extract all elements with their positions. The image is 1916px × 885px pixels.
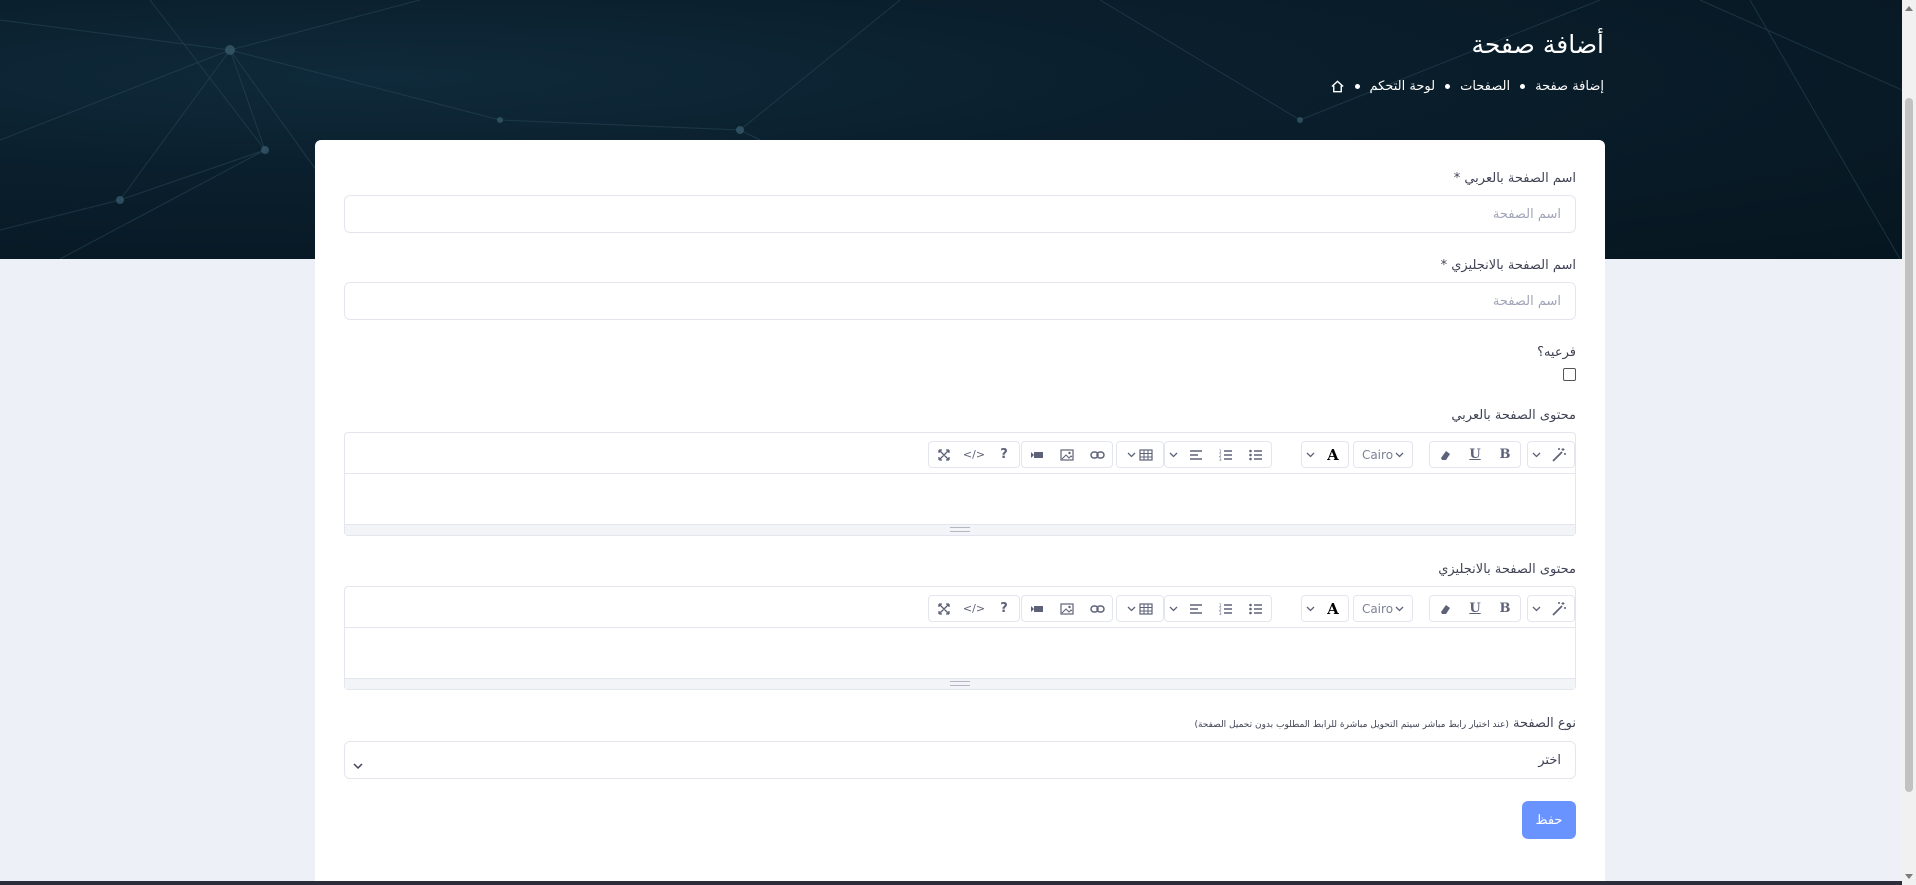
chevron-down-icon [353,755,363,774]
link-icon[interactable] [1082,596,1112,621]
fullscreen-icon[interactable] [929,596,959,621]
code-view-icon[interactable]: </> [959,442,989,467]
unordered-list-icon[interactable] [1241,596,1271,621]
fullscreen-icon[interactable] [929,442,959,467]
content-en-editor: U B Cairo A 1 2 3 </> ? [344,586,1576,690]
table-icon[interactable] [1117,596,1163,621]
scrollbar-thumb[interactable] [1905,98,1913,792]
page-title: أضافة صفحة [1471,30,1604,59]
breadcrumb-dashboard[interactable]: لوحة التحكم [1370,79,1436,94]
chevron-down-icon[interactable] [1528,442,1544,467]
scroll-up-arrow[interactable] [1905,6,1913,11]
chevron-down-icon[interactable] [1165,596,1181,621]
scroll-down-arrow[interactable] [1905,874,1913,879]
page-scrollbar[interactable] [1902,0,1916,885]
content-en-label: محتوى الصفحة بالانجليزي [1438,562,1576,577]
name-ar-label: اسم الصفحة بالعربي * [1453,171,1576,186]
magic-icon[interactable] [1544,442,1574,467]
form-card: اسم الصفحة بالعربي * اسم الصفحة بالانجلي… [315,140,1605,885]
content-ar-label: محتوى الصفحة بالعربي [1451,408,1576,423]
bold-icon[interactable]: B [1490,442,1520,467]
svg-text:3: 3 [1219,611,1222,615]
editor-resize-bar[interactable] [345,678,1575,689]
code-view-icon[interactable]: </> [959,596,989,621]
editor-resize-bar[interactable] [345,524,1575,535]
editor-toolbar: U B Cairo A 1 2 3 </> ? [345,433,1575,474]
editor-toolbar: U B Cairo A 1 2 3 </> ? [345,587,1575,628]
is-sub-checkbox[interactable] [1563,368,1576,381]
underline-icon[interactable]: U [1460,596,1490,621]
magic-icon[interactable] [1544,596,1574,621]
eraser-icon[interactable] [1430,596,1460,621]
bottom-strip [0,881,1902,885]
ordered-list-icon[interactable]: 123 [1211,596,1241,621]
video-icon[interactable] [1022,442,1052,467]
align-icon[interactable] [1181,596,1211,621]
chevron-down-icon[interactable] [1528,596,1544,621]
page-type-hint: (عند اختيار رابط مباشر سيتم التحويل مباش… [1194,720,1509,730]
breadcrumb-current: إضافة صفحة [1535,78,1604,94]
chevron-down-icon[interactable] [1302,596,1318,621]
eraser-icon[interactable] [1430,442,1460,467]
text-color-icon[interactable]: A [1318,596,1348,621]
content-en-editable[interactable] [345,627,1575,680]
unordered-list-icon[interactable] [1241,442,1271,467]
text-color-icon[interactable]: A [1318,442,1348,467]
breadcrumb-separator [1354,83,1360,89]
breadcrumb-separator [1445,83,1451,89]
page-type-label: نوع الصفحة (عند اختيار رابط مباشر سيتم ا… [1194,716,1576,731]
breadcrumb: لوحة التحكم الصفحات إضافة صفحة [1330,77,1604,95]
help-icon[interactable]: ? [989,596,1019,621]
page-type-select[interactable]: اختر [344,741,1576,779]
ordered-list-icon[interactable]: 123 [1211,442,1241,467]
table-icon[interactable] [1117,442,1163,467]
content-ar-editable[interactable] [345,473,1575,526]
align-icon[interactable] [1181,442,1211,467]
bold-icon[interactable]: B [1490,596,1520,621]
name-ar-input[interactable] [344,195,1576,233]
chevron-down-icon[interactable] [1302,442,1318,467]
link-icon[interactable] [1082,442,1112,467]
underline-icon[interactable]: U [1460,442,1490,467]
video-icon[interactable] [1022,596,1052,621]
home-icon[interactable] [1330,79,1345,94]
font-select[interactable]: Cairo [1354,442,1412,467]
breadcrumb-separator [1520,83,1526,89]
is-sub-label: فرعيه؟ [1537,345,1576,360]
save-button[interactable]: حفظ [1522,801,1576,839]
name-en-input[interactable] [344,282,1576,320]
name-en-label: اسم الصفحة بالانجليزي * [1440,258,1576,273]
help-icon[interactable]: ? [989,442,1019,467]
breadcrumb-pages[interactable]: الصفحات [1460,79,1510,94]
picture-icon[interactable] [1052,596,1082,621]
content-ar-editor: U B Cairo A 1 2 3 </> ? [344,432,1576,536]
chevron-down-icon[interactable] [1165,442,1181,467]
picture-icon[interactable] [1052,442,1082,467]
page-type-selected: اختر [1538,753,1561,768]
font-select[interactable]: Cairo [1354,596,1412,621]
svg-text:3: 3 [1219,457,1222,461]
